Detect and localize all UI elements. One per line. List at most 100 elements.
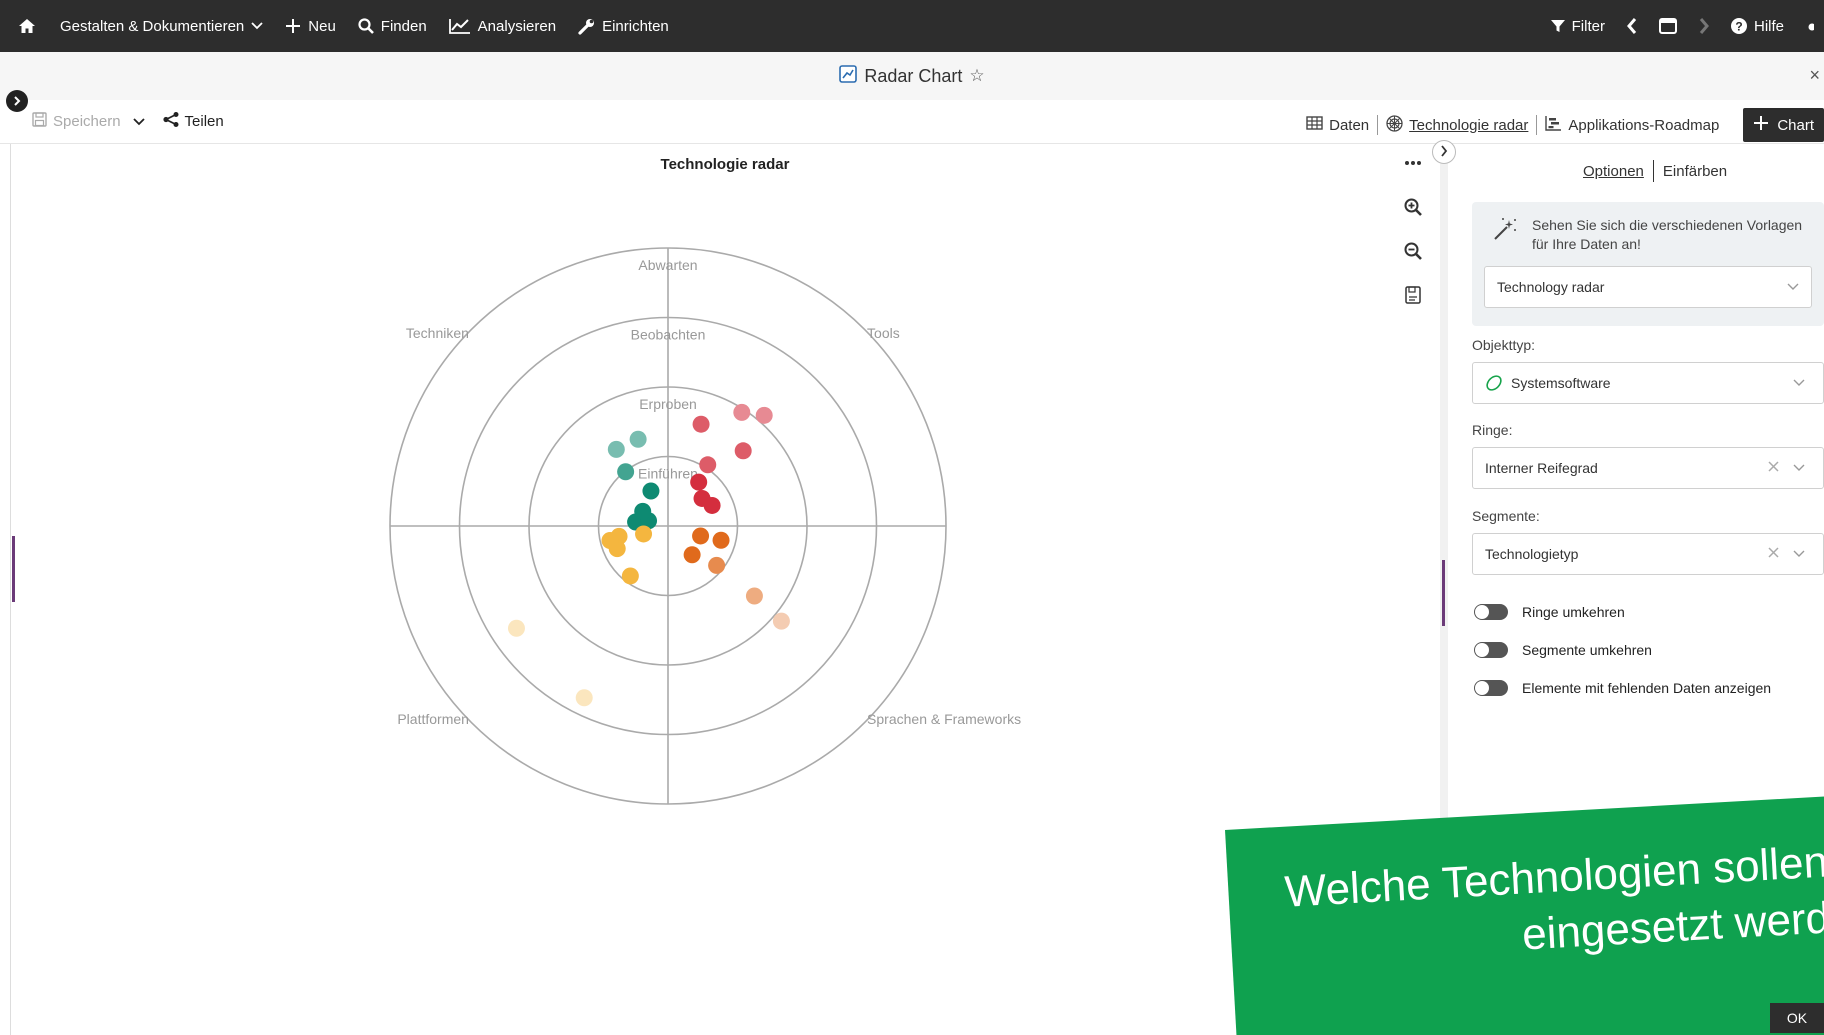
svg-text:?: ? [1735, 20, 1742, 34]
menu-einrichten[interactable]: Einrichten [578, 18, 669, 35]
user-icon [1806, 18, 1814, 34]
favorite-star-icon[interactable]: ☆ [969, 66, 984, 86]
radar-point [635, 525, 653, 543]
clear-icon[interactable] [1768, 545, 1779, 563]
menu-neu[interactable]: Neu [285, 18, 336, 35]
radar-icon [1386, 114, 1403, 136]
radar-point [621, 567, 639, 585]
toggle-segmente-umkehren[interactable]: Segmente umkehren [1474, 642, 1652, 658]
menu-finden[interactable]: Finden [358, 18, 427, 35]
add-chart-label: Chart [1777, 116, 1814, 134]
objecttype-select[interactable]: Systemsoftware [1472, 362, 1824, 404]
chart-side-tools [1400, 152, 1426, 306]
objecttype-value: Systemsoftware [1511, 375, 1611, 391]
radar-point [683, 546, 701, 564]
help-label: Hilfe [1753, 17, 1784, 35]
question-banner: Welche Technologien sollen für eingesetz… [1225, 792, 1824, 1035]
template-hint: Sehen Sie sich die verschiedenen Vorlage… [1532, 217, 1803, 252]
radar-point [699, 456, 717, 474]
segments-value: Technologietyp [1485, 546, 1579, 562]
view-tab-daten[interactable]: Daten [1298, 116, 1377, 134]
chevron-down-icon [1787, 278, 1799, 294]
toggle-ringe-umkehren[interactable]: Ringe umkehren [1474, 604, 1625, 620]
clear-icon[interactable] [1768, 459, 1779, 477]
export-icon[interactable] [1405, 284, 1421, 306]
panel-resize-handle[interactable] [1442, 560, 1445, 626]
help-button[interactable]: ? Hilfe [1730, 17, 1784, 35]
view-tab-applikations-roadmap[interactable]: Applikations-Roadmap [1537, 115, 1727, 135]
radar-point [708, 556, 726, 574]
segments-select[interactable]: Technologietyp [1472, 533, 1824, 575]
radar-point [692, 415, 710, 433]
chevron-right-icon [1699, 18, 1709, 34]
close-icon[interactable]: × [1809, 65, 1820, 86]
home-icon [18, 18, 36, 34]
radar-point [692, 527, 710, 545]
window-button[interactable] [1658, 18, 1677, 34]
zoom-out-icon[interactable] [1404, 240, 1422, 262]
ring-label: Beobachten [631, 327, 706, 343]
left-resize-handle[interactable] [12, 536, 15, 602]
tab-einfaerben[interactable]: Einfärben [1654, 163, 1736, 180]
forward-button[interactable] [1699, 18, 1709, 34]
tab-optionen[interactable]: Optionen [1574, 163, 1653, 180]
toggle-switch[interactable] [1474, 680, 1508, 696]
left-frame-line [10, 144, 11, 1035]
menu-gestalten-label: Gestalten & Dokumentieren [60, 17, 245, 35]
save-icon [32, 112, 47, 131]
radar-point [690, 473, 708, 491]
view-tab-technologie-radar[interactable]: Technologie radar [1378, 114, 1536, 136]
radar-point [693, 489, 711, 507]
left-panel-toggle[interactable] [6, 90, 28, 112]
share-label: Teilen [184, 113, 224, 130]
view-tab-applikations-roadmap-label: Applikations-Roadmap [1568, 116, 1720, 134]
wrench-icon [578, 18, 595, 35]
radar-point [634, 502, 652, 520]
menu-finden-label: Finden [380, 17, 427, 35]
menu-analysieren[interactable]: Analysieren [448, 18, 556, 35]
menu-gestalten[interactable]: Gestalten & Dokumentieren [60, 18, 263, 35]
home-button[interactable] [18, 18, 36, 34]
search-icon [358, 18, 374, 34]
radar-point [733, 403, 751, 421]
toggle-switch[interactable] [1474, 642, 1508, 658]
panel-collapse-toggle[interactable] [1432, 140, 1456, 164]
back-button[interactable] [1627, 18, 1637, 34]
chevron-down-icon[interactable] [132, 113, 145, 130]
zoom-in-icon[interactable] [1404, 196, 1422, 218]
user-button[interactable] [1806, 18, 1814, 34]
chevron-down-icon [1793, 545, 1805, 561]
rings-value: Interner Reifegrad [1485, 460, 1598, 476]
help-icon: ? [1730, 18, 1747, 34]
toggle-fehlende-daten[interactable]: Elemente mit fehlenden Daten anzeigen [1474, 680, 1771, 696]
save-label: Speichern [53, 113, 121, 130]
menu-einrichten-label: Einrichten [602, 17, 669, 35]
line-chart-icon [448, 18, 471, 34]
toggle-switch[interactable] [1474, 604, 1508, 620]
save-button[interactable]: Speichern [32, 112, 145, 131]
add-chart-button[interactable]: Chart [1743, 108, 1824, 142]
ok-button[interactable]: OK [1770, 1003, 1824, 1033]
template-select[interactable]: Technology radar [1484, 266, 1812, 308]
radar-point [607, 440, 625, 458]
ring-label: Abwarten [638, 257, 697, 273]
segment-label: Sprachen & Frameworks [867, 711, 1021, 727]
page-title: Radar Chart [864, 65, 963, 86]
radar-point [772, 612, 790, 630]
more-icon[interactable] [1405, 152, 1421, 174]
plus-icon [1753, 115, 1769, 135]
share-button[interactable]: Teilen [162, 112, 224, 131]
plus-icon [285, 18, 301, 34]
magic-wand-icon [1492, 216, 1518, 248]
filter-button[interactable]: Filter [1550, 18, 1605, 35]
ring-label: Erproben [639, 396, 697, 412]
segment-label: Tools [867, 325, 900, 341]
chevron-down-icon [1793, 459, 1805, 475]
radar-point [755, 406, 773, 424]
rings-select[interactable]: Interner Reifegrad [1472, 447, 1824, 489]
view-tab-technologie-radar-label: Technologie radar [1409, 116, 1529, 134]
radar-point [629, 430, 647, 448]
rings-label: Ringe: [1472, 422, 1513, 438]
chevron-down-icon [1793, 374, 1805, 390]
radar-point [601, 531, 619, 549]
